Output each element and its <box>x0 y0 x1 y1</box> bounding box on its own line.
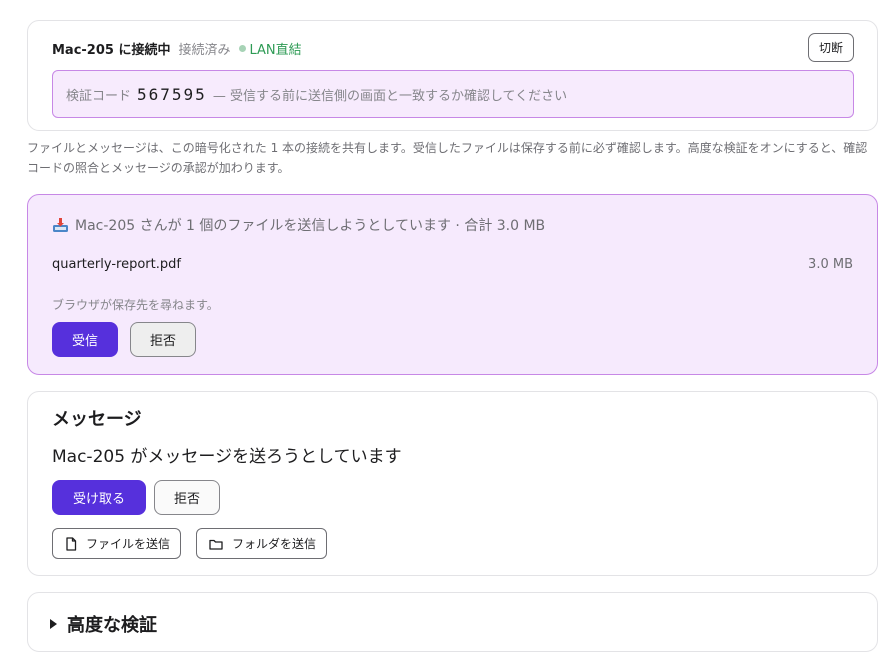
save-location-note: ブラウザが保存先を尋ねます。 <box>52 298 219 312</box>
send-file-label: ファイルを送信 <box>86 537 171 551</box>
message-card: メッセージ Mac-205 がメッセージを送ろうとしています 受け取る 拒否 フ… <box>27 391 878 576</box>
status-dot-icon <box>238 45 246 52</box>
connection-description: ファイルとメッセージは、この暗号化された 1 本の接続を共有します。受信したファ… <box>27 141 868 175</box>
file-size: 3.0 MB <box>808 257 853 272</box>
disconnect-button[interactable]: 切断 <box>807 33 854 62</box>
incoming-file-card: Mac-205 さんが 1 個のファイルを送信しようとしています · 合計 3.… <box>27 194 878 375</box>
reject-file-button[interactable]: 拒否 <box>130 322 196 357</box>
advanced-verification-section[interactable]: 高度な検証 <box>27 592 878 652</box>
message-prompt: Mac-205 がメッセージを送ろうとしています <box>52 447 402 467</box>
message-heading: メッセージ <box>52 409 142 430</box>
incoming-file-row: quarterly-report.pdf 3.0 MB <box>52 257 853 272</box>
inbox-tray-icon <box>52 217 69 234</box>
accept-message-button[interactable]: 受け取る <box>52 480 146 515</box>
folder-icon <box>209 539 223 550</box>
send-folder-button[interactable]: フォルダを送信 <box>196 528 328 559</box>
verify-code: 567595 <box>137 84 207 104</box>
send-file-button[interactable]: ファイルを送信 <box>52 528 182 559</box>
connection-status-row: Mac-205 に接続中 接続済み LAN直結 <box>52 39 302 58</box>
lan-label: LAN直結 <box>249 43 302 58</box>
incoming-title: Mac-205 さんが 1 個のファイルを送信しようとしています · 合計 3.… <box>75 218 546 234</box>
send-folder-label: フォルダを送信 <box>232 537 317 551</box>
file-name: quarterly-report.pdf <box>52 257 181 272</box>
file-icon <box>66 536 77 551</box>
verify-instruction: — 受信する前に送信側の画面と一致するか確認してください <box>212 88 568 104</box>
connection-state: 接続済み <box>178 43 231 58</box>
peer-label: Mac-205 に接続中 <box>52 43 171 58</box>
reject-message-button[interactable]: 拒否 <box>154 480 220 515</box>
advanced-toggle[interactable]: 高度な検証 <box>50 611 157 637</box>
verification-code-box: 検証コード 567595 — 受信する前に送信側の画面と一致するか確認してくださ… <box>52 70 854 118</box>
accept-file-button[interactable]: 受信 <box>52 322 118 357</box>
incoming-title-row: Mac-205 さんが 1 個のファイルを送信しようとしています · 合計 3.… <box>52 215 545 235</box>
verify-prefix: 検証コード <box>66 88 132 104</box>
advanced-title: 高度な検証 <box>67 615 157 636</box>
connection-card: Mac-205 に接続中 接続済み LAN直結 切断 検証コード 567595 … <box>27 20 878 131</box>
disclosure-triangle-icon <box>50 619 57 629</box>
